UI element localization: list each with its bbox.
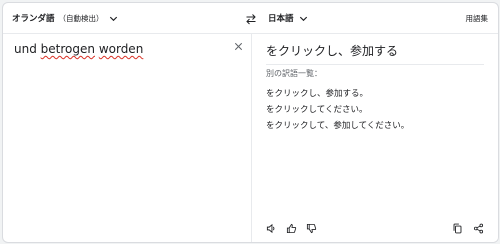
- output-toolbar: [452, 223, 484, 234]
- source-pane[interactable]: und betrogen worden: [3, 34, 251, 242]
- thumbs-down-icon[interactable]: [306, 223, 317, 234]
- feedback-toolbar: [266, 223, 317, 234]
- translator-panel: オランダ語 （自動検出） 日本語 用語集 und betrogen worden…: [2, 2, 499, 243]
- source-text-input[interactable]: und betrogen worden: [14, 42, 143, 56]
- close-icon[interactable]: [233, 41, 244, 52]
- chevron-down-icon: [109, 16, 117, 21]
- source-language-name: オランダ語: [12, 14, 55, 24]
- source-language-selector[interactable]: オランダ語 （自動検出）: [12, 12, 119, 24]
- target-pane: をクリックし、参加する 別の訳語一覧： をクリックし、参加する。 をクリックして…: [252, 34, 498, 242]
- alternative-item[interactable]: をクリックしてください。: [266, 102, 409, 118]
- chevron-down-icon: [299, 16, 307, 21]
- target-language-selector[interactable]: 日本語: [268, 12, 309, 24]
- auto-detect-label: （自動検出）: [58, 13, 104, 23]
- source-word: und: [14, 42, 41, 56]
- alternatives-divider: [266, 64, 484, 65]
- alternatives-list: をクリックし、参加する。 をクリックしてください。 をクリックして、参加してくだ…: [266, 86, 409, 134]
- share-icon[interactable]: [473, 223, 484, 234]
- alternatives-title: 別の訳語一覧：: [266, 69, 322, 78]
- language-bar: オランダ語 （自動検出） 日本語 用語集: [3, 3, 498, 34]
- source-word-misspelled: betrogen: [40, 42, 95, 56]
- alternative-item[interactable]: をクリックして、参加してください。: [266, 118, 409, 134]
- alternative-item[interactable]: をクリックし、参加する。: [266, 86, 409, 102]
- copy-icon[interactable]: [452, 223, 463, 234]
- translation-output: をクリックし、参加する: [266, 44, 399, 58]
- glossary-button[interactable]: 用語集: [466, 13, 489, 24]
- target-language-name: 日本語: [268, 14, 294, 24]
- thumbs-up-icon[interactable]: [286, 223, 297, 234]
- swap-languages-icon[interactable]: [245, 13, 257, 25]
- source-word-misspelled: worden: [98, 42, 144, 56]
- speaker-icon[interactable]: [266, 223, 277, 234]
